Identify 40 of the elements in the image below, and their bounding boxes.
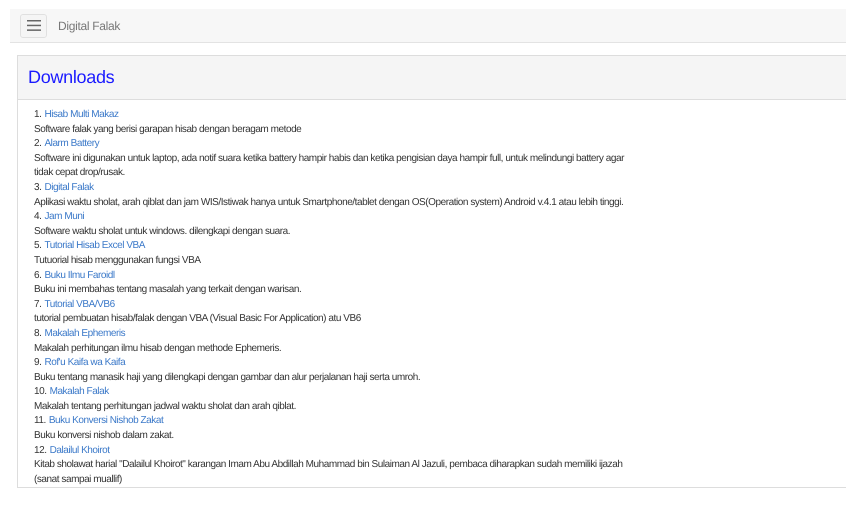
- item-description: Aplikasi waktu sholat, arah qiblat dan jam WIS/Istiwak hanya untuk Smartphone/tablet dengan OS(Operation system) Android v.4.1 atau lebih tinggi.: [34, 196, 624, 210]
- item-number: 9.: [34, 356, 42, 370]
- menu-button[interactable]: [20, 14, 47, 38]
- download-link[interactable]: Buku Ilmu Faroidl: [44, 268, 115, 284]
- item-number: 5.: [34, 239, 42, 254]
- download-link[interactable]: Dalailul Khoirot: [50, 444, 110, 458]
- item-number: 7.: [34, 298, 42, 312]
- item-number: 1.: [34, 108, 42, 122]
- item-description: Buku ini membahas tentang masalah yang terkait dengan warisan.: [34, 283, 302, 298]
- panel-title: Downloads: [28, 67, 114, 88]
- download-link[interactable]: Makalah Falak: [50, 385, 109, 400]
- item-number: 4.: [34, 210, 42, 224]
- item-number: 2.: [34, 137, 42, 152]
- download-link[interactable]: Buku Konversi Nishob Zakat: [48, 414, 164, 430]
- item-description: Makalah perhitungan ilmu hisab dengan methode Ephemeris.: [34, 342, 282, 356]
- download-link[interactable]: Tutorial Hisab Excel VBA: [44, 239, 145, 254]
- item-number: 3.: [34, 180, 42, 195]
- item-description: Tutuorial hisab menggunakan fungsi VBA: [34, 254, 202, 268]
- download-link[interactable]: Rof'u Kaifa wa Kaifa: [44, 356, 126, 371]
- item-number: 8.: [34, 326, 42, 341]
- download-link[interactable]: Tutorial VBA/VB6: [44, 298, 115, 312]
- item-number: 12.: [34, 444, 47, 458]
- site-title[interactable]: Digital Falak: [58, 18, 120, 32]
- item-number: 10.: [34, 385, 47, 400]
- item-description: Buku tentang manasik haji yang dilengkapi dengan gambar dan alur perjalanan haji serta umroh.: [34, 370, 422, 385]
- download-link[interactable]: Hisab Multi Makaz: [44, 108, 118, 123]
- download-link[interactable]: Jam Muni: [44, 210, 84, 225]
- item-description: Kitab sholawat harial "Dalailul Khoirot" karangan Imam Abu Abdillah Muhammad bin Sulaiman Al Jazuli, pembaca diharapkan sudah memiliki ijazah (sanat sampai muallif): [34, 458, 624, 487]
- download-link[interactable]: Makalah Ephemeris: [44, 326, 126, 342]
- download-link[interactable]: Digital Falak: [44, 180, 94, 196]
- download-link[interactable]: Alarm Battery: [44, 137, 100, 152]
- item-number: 11.: [34, 414, 46, 428]
- item-description: tutorial pembuatan hisab/falak dengan VBA (Visual Basic For Application) atu VB6: [34, 312, 362, 326]
- menu-icon: [26, 20, 40, 31]
- item-description: Makalah tentang perhitungan jadwal waktu sholat dan arah qiblat.: [34, 400, 297, 414]
- item-description: Software ini digunakan untuk laptop, ada notif suara ketika battery hampir habis dan ketika pengisian daya hampir full, untuk melindungi battery agar tidak cepat drop/rusak.: [34, 152, 626, 180]
- item-description: Buku konversi nishob dalam zakat.: [34, 429, 175, 444]
- item-description: Software falak yang berisi garapan hisab dengan beragam metode: [34, 122, 302, 137]
- item-description: Software waktu sholat untuk windows. dilengkapi dengan suara.: [34, 224, 292, 239]
- item-number: 6.: [34, 268, 42, 283]
